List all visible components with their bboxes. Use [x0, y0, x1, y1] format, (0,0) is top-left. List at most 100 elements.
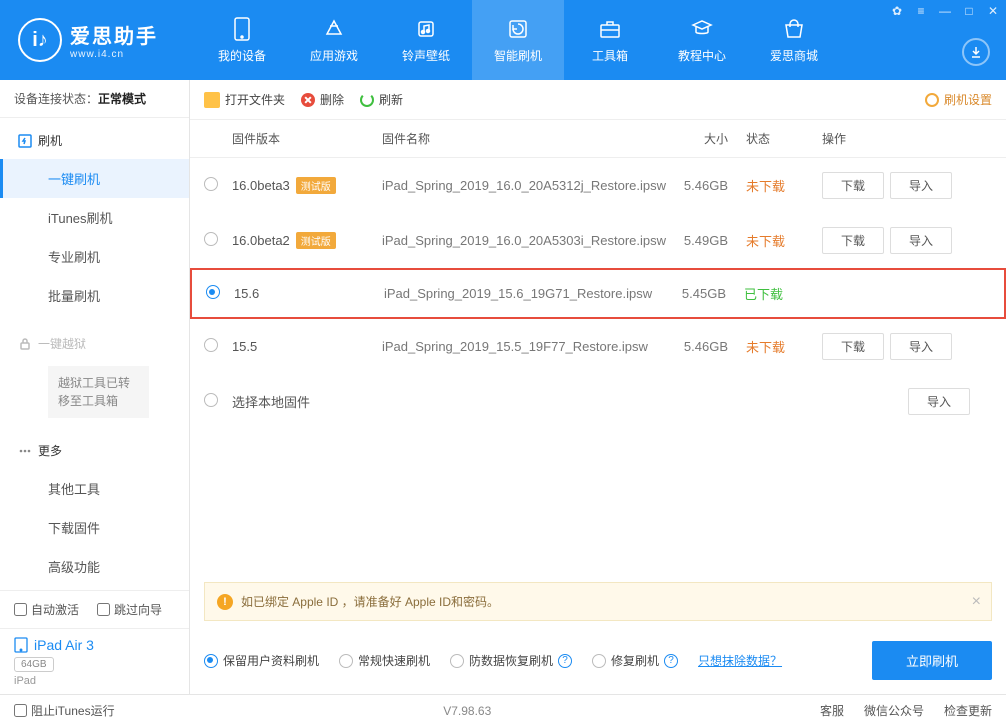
sidebar-head-flash[interactable]: 刷机 [0, 122, 189, 159]
nav-toolbox[interactable]: 工具箱 [564, 0, 656, 80]
device-status: 设备连接状态：正常模式 [0, 80, 189, 118]
version-label: V7.98.63 [115, 704, 820, 718]
delete-button[interactable]: 删除 [301, 91, 344, 108]
more-icon [18, 444, 32, 458]
flash-now-button[interactable]: 立即刷机 [872, 641, 992, 680]
brand-title: 爱思助手 [70, 20, 158, 49]
opt-normal[interactable]: 常规快速刷机 [339, 652, 430, 669]
window-controls: ✿ ≡ — □ ✕ [890, 4, 1000, 18]
opt-keep-data[interactable]: 保留用户资料刷机 [204, 652, 319, 669]
import-button[interactable]: 导入 [908, 388, 970, 415]
nav-device[interactable]: 我的设备 [196, 0, 288, 80]
status-label: 未下载 [746, 234, 785, 249]
filename-cell: iPad_Spring_2019_16.0_20A5303i_Restore.i… [382, 233, 666, 248]
version-cell: 选择本地固件 [232, 392, 382, 411]
row-radio[interactable] [204, 338, 218, 352]
footer-link-support[interactable]: 客服 [820, 702, 844, 719]
version-cell: 15.6 [234, 286, 384, 301]
import-button[interactable]: 导入 [890, 227, 952, 254]
status-label: 未下载 [746, 340, 785, 355]
size-cell: 5.49GB [666, 233, 746, 248]
sidebar-head-more[interactable]: 更多 [0, 432, 189, 469]
toolbar: 打开文件夹 删除 刷新 刷机设置 [190, 80, 1006, 120]
row-radio[interactable] [206, 285, 220, 299]
sidebar-item-itunes[interactable]: iTunes刷机 [0, 198, 189, 237]
nav-apps[interactable]: 应用游戏 [288, 0, 380, 80]
row-radio[interactable] [204, 393, 218, 407]
device-name[interactable]: iPad Air 3 [14, 637, 175, 653]
win-icon-1[interactable]: ✿ [890, 4, 904, 18]
sidebar-item-download[interactable]: 下载固件 [0, 508, 189, 547]
row-radio[interactable] [204, 232, 218, 246]
firmware-table: 16.0beta3测试版 iPad_Spring_2019_16.0_20A53… [190, 158, 1006, 429]
logo[interactable]: i♪ 爱思助手 www.i4.cn [0, 18, 196, 62]
download-progress-icon[interactable] [962, 38, 990, 66]
table-header: 固件版本 固件名称 大小 状态 操作 [190, 120, 1006, 158]
footer-link-update[interactable]: 检查更新 [944, 702, 992, 719]
size-cell: 5.46GB [666, 339, 746, 354]
size-cell: 5.45GB [664, 286, 744, 301]
firmware-row[interactable]: 选择本地固件 导入 [190, 374, 1006, 429]
brand-url: www.i4.cn [70, 49, 158, 60]
import-button[interactable]: 导入 [890, 172, 952, 199]
filename-cell: iPad_Spring_2019_16.0_20A5312j_Restore.i… [382, 178, 666, 193]
sidebar-item-pro[interactable]: 专业刷机 [0, 237, 189, 276]
flash-settings-button[interactable]: 刷机设置 [925, 91, 992, 108]
opt-repair[interactable]: 修复刷机? [592, 652, 678, 669]
skip-guide-checkbox[interactable]: 跳过向导 [97, 601, 162, 618]
firmware-row[interactable]: 16.0beta3测试版 iPad_Spring_2019_16.0_20A53… [190, 158, 1006, 213]
nav-tutorial[interactable]: 教程中心 [656, 0, 748, 80]
nav-ringtones[interactable]: 铃声壁纸 [380, 0, 472, 80]
notice-close-icon[interactable]: × [972, 593, 981, 611]
firmware-row[interactable]: 16.0beta2测试版 iPad_Spring_2019_16.0_20A53… [190, 213, 1006, 268]
auto-activate-checkbox[interactable]: 自动激活 [14, 601, 79, 618]
store-icon [782, 17, 806, 41]
delete-icon [301, 93, 315, 107]
sidebar-item-batch[interactable]: 批量刷机 [0, 276, 189, 315]
download-button[interactable]: 下载 [822, 172, 884, 199]
version-cell: 15.5 [232, 339, 382, 354]
sidebar-item-advanced[interactable]: 高级功能 [0, 547, 189, 586]
help-icon[interactable]: ? [664, 654, 678, 668]
download-button[interactable]: 下载 [822, 333, 884, 360]
status-label: 已下载 [744, 287, 783, 302]
status-label: 未下载 [746, 179, 785, 194]
footer-link-wechat[interactable]: 微信公众号 [864, 702, 924, 719]
nav-store[interactable]: 爱思商城 [748, 0, 840, 80]
action-bar: 保留用户资料刷机 常规快速刷机 防数据恢复刷机? 修复刷机? 只想抹除数据？ 立… [190, 631, 1006, 694]
sidebar-item-other[interactable]: 其他工具 [0, 469, 189, 508]
minimize-icon[interactable]: — [938, 4, 952, 18]
erase-data-link[interactable]: 只想抹除数据？ [698, 652, 782, 669]
block-itunes-checkbox[interactable]: 阻止iTunes运行 [14, 702, 115, 719]
win-icon-2[interactable]: ≡ [914, 4, 928, 18]
device-type: iPad [14, 675, 175, 687]
notice-bar: ! 如已绑定 Apple ID ，请准备好 Apple ID和密码。 × [204, 582, 992, 621]
filename-cell: iPad_Spring_2019_15.6_19G71_Restore.ipsw [384, 286, 664, 301]
folder-icon [204, 92, 220, 108]
firmware-row[interactable]: 15.5 iPad_Spring_2019_15.5_19F77_Restore… [190, 319, 1006, 374]
download-button[interactable]: 下载 [822, 227, 884, 254]
row-radio[interactable] [204, 177, 218, 191]
sidebar-head-jailbreak: 一键越狱 [0, 325, 189, 362]
maximize-icon[interactable]: □ [962, 4, 976, 18]
close-icon[interactable]: ✕ [986, 4, 1000, 18]
import-button[interactable]: 导入 [890, 333, 952, 360]
help-icon[interactable]: ? [558, 654, 572, 668]
apps-icon [322, 17, 346, 41]
firmware-row[interactable]: 15.6 iPad_Spring_2019_15.6_19G71_Restore… [190, 268, 1006, 319]
refresh-icon [360, 93, 374, 107]
nav-flash[interactable]: 智能刷机 [472, 0, 564, 80]
version-cell: 16.0beta3测试版 [232, 177, 382, 194]
jailbreak-note: 越狱工具已转移至工具箱 [48, 366, 149, 418]
beta-badge: 测试版 [296, 232, 336, 249]
filename-cell: iPad_Spring_2019_15.5_19F77_Restore.ipsw [382, 339, 666, 354]
sidebar-item-oneclick[interactable]: 一键刷机 [0, 159, 189, 198]
opt-antirecover[interactable]: 防数据恢复刷机? [450, 652, 572, 669]
sidebar: 设备连接状态：正常模式 刷机 一键刷机 iTunes刷机 专业刷机 批量刷机 一… [0, 80, 190, 694]
tablet-icon [14, 637, 28, 653]
warning-icon: ! [217, 594, 233, 610]
refresh-button[interactable]: 刷新 [360, 91, 403, 108]
phone-icon [230, 17, 254, 41]
open-folder-button[interactable]: 打开文件夹 [204, 91, 285, 108]
nav: 我的设备 应用游戏 铃声壁纸 智能刷机 工具箱 教程中心 爱思商城 [196, 0, 1006, 80]
